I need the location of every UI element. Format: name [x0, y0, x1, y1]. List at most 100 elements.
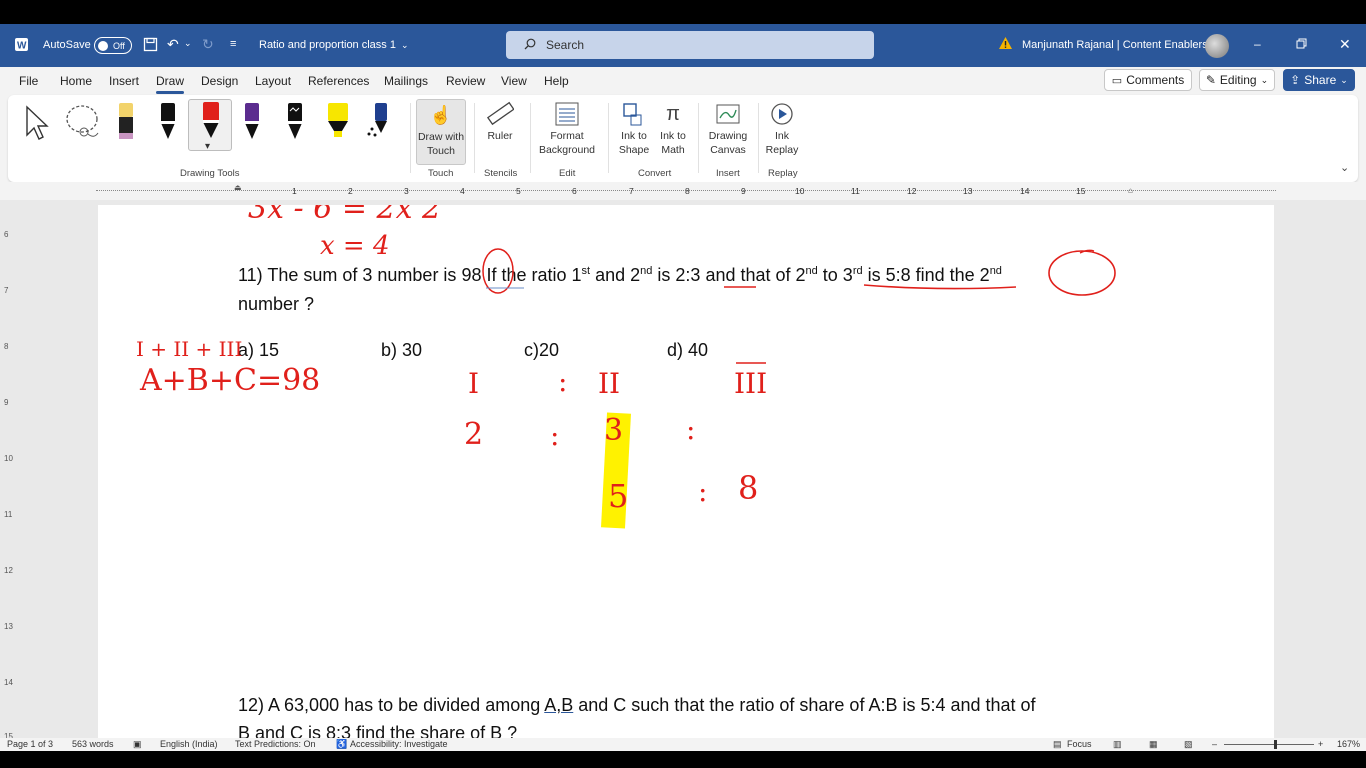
group-drawing-tools: Drawing Tools	[180, 168, 240, 179]
word-count[interactable]: 563 words	[72, 739, 114, 749]
pencil-tool-icon[interactable]	[112, 101, 140, 147]
lasso-select-icon[interactable]	[64, 103, 102, 146]
ink-roman-sum: I + II + III	[136, 337, 243, 361]
highlighter-icon[interactable]	[324, 101, 352, 147]
group-stencils: Stencils	[484, 168, 518, 179]
option-b: b) 30	[381, 340, 423, 360]
ink-to-math-icon: π	[666, 103, 680, 125]
share-button[interactable]: ⇪ Share ⌄	[1283, 69, 1355, 91]
collapse-ribbon-icon[interactable]: ⌄	[1340, 161, 1349, 174]
menu-bar: File Home Insert Draw Design Layout Refe…	[0, 67, 1366, 95]
warning-icon[interactable]	[998, 36, 1013, 50]
accessibility-icon: ♿	[336, 739, 348, 749]
ink-col1-head: I	[468, 367, 480, 400]
accessibility-status[interactable]: Accessibility: Investigate	[350, 739, 448, 749]
share-chevron-icon: ⌄	[1340, 74, 1348, 85]
undo-dropdown-icon[interactable]: ⌄	[184, 38, 192, 49]
web-layout-icon[interactable]: ▧	[1184, 739, 1193, 750]
tab-design[interactable]: Design	[201, 74, 238, 88]
right-indent-marker-icon[interactable]: ⌂	[1128, 186, 1133, 195]
zoom-in-icon[interactable]: +	[1318, 739, 1323, 749]
ribbon-separator	[410, 103, 411, 173]
ink-colon-4: :	[698, 475, 708, 508]
ink-to-shape-button[interactable]: Ink to Shape	[614, 99, 654, 157]
option-a: a) 15	[238, 340, 280, 360]
restore-icon[interactable]	[1296, 38, 1307, 49]
customize-toolbar-icon[interactable]: ≡	[230, 38, 236, 50]
ink-colon-1: :	[558, 365, 568, 398]
autosave-toggle[interactable]: Off	[94, 37, 132, 54]
draw-with-touch-button[interactable]: ☝ Draw with Touch	[416, 99, 466, 165]
ribbon-separator	[758, 103, 759, 173]
search-icon	[524, 38, 536, 53]
search-input[interactable]: Search	[506, 31, 874, 59]
tab-insert[interactable]: Insert	[109, 74, 139, 88]
avatar[interactable]	[1205, 34, 1229, 58]
minimize-icon[interactable]: –	[1254, 37, 1261, 51]
tab-layout[interactable]: Layout	[255, 74, 291, 88]
share-icon: ⇪	[1290, 73, 1301, 87]
zoom-level[interactable]: 167%	[1337, 739, 1360, 749]
ruler-button[interactable]: Ruler	[480, 99, 520, 143]
title-bar: W AutoSave Off ↶ ⌄ ↻ ≡ Ratio and proport…	[0, 24, 1366, 67]
editing-mode-button[interactable]: ✎ Editing ⌄	[1199, 69, 1275, 91]
chevron-down-icon: ⌄	[1260, 74, 1269, 85]
ink-annotations	[482, 248, 1116, 364]
tab-draw[interactable]: Draw	[156, 74, 185, 94]
document-title[interactable]: Ratio and proportion class 1 ⌄	[259, 39, 409, 51]
redo-icon[interactable]: ↻	[202, 36, 214, 53]
language[interactable]: English (India)	[160, 739, 218, 749]
ribbon-separator	[698, 103, 699, 173]
autosave-label: AutoSave	[43, 39, 91, 51]
close-icon[interactable]: ✕	[1339, 36, 1351, 53]
tab-view[interactable]: View	[501, 74, 527, 88]
tab-help[interactable]: Help	[544, 74, 569, 88]
select-tool-icon[interactable]	[24, 105, 50, 146]
zoom-out-icon[interactable]: –	[1212, 739, 1217, 749]
word-window: W AutoSave Off ↶ ⌄ ↻ ≡ Ratio and proport…	[0, 24, 1366, 751]
black-pen-icon[interactable]	[154, 101, 182, 147]
drawing-canvas-button[interactable]: Drawing Canvas	[702, 99, 754, 157]
tab-home[interactable]: Home	[60, 74, 92, 88]
word-logo-icon: W	[14, 37, 29, 52]
format-background-button[interactable]: Format Background	[532, 99, 602, 157]
ink-row2-b: 5	[608, 477, 629, 515]
tab-references[interactable]: References	[308, 74, 369, 88]
galaxy-pen-icon[interactable]	[281, 101, 309, 147]
focus-button[interactable]: Focus	[1067, 739, 1092, 749]
title-chevron-icon: ⌄	[400, 39, 409, 50]
purple-pen-icon[interactable]	[238, 101, 266, 147]
print-layout-icon[interactable]: ▦	[1149, 739, 1158, 750]
proofing-icon[interactable]: ▣	[133, 739, 142, 750]
vertical-ruler: 6 7 8 9 10 11 12 13 14 15	[4, 230, 13, 741]
indent-marker-icon[interactable]: ⏏	[234, 183, 242, 192]
red-pen-selected[interactable]: ▾	[188, 99, 232, 152]
page-count[interactable]: Page 1 of 3	[7, 739, 53, 749]
tab-file[interactable]: File	[19, 74, 38, 88]
ink-row1-b: 3	[604, 413, 624, 448]
read-mode-icon[interactable]: ▥	[1113, 739, 1122, 750]
zoom-slider-thumb[interactable]	[1274, 740, 1277, 749]
tab-mailings[interactable]: Mailings	[384, 74, 428, 88]
ink-replay-button[interactable]: Ink Replay	[764, 99, 800, 157]
zoom-slider[interactable]	[1224, 744, 1314, 745]
autosave-state: Off	[113, 40, 125, 51]
pencil-icon: ✎	[1205, 73, 1216, 87]
group-touch: Touch	[428, 168, 454, 179]
format-background-icon	[532, 99, 602, 129]
ink-colon-2: :	[550, 419, 560, 452]
document-page[interactable]: 3x - 6 = 2x 2 x = 4 11) The sum of 3 num…	[98, 205, 1274, 738]
user-name[interactable]: Manjunath Rajanal | Content Enablers	[1022, 39, 1208, 51]
save-icon[interactable]	[143, 37, 158, 52]
text-predictions[interactable]: Text Predictions: On	[235, 739, 316, 749]
group-replay: Replay	[768, 168, 798, 179]
undo-icon[interactable]: ↶	[167, 36, 179, 53]
action-pen-icon[interactable]	[366, 101, 394, 147]
ribbon-separator	[530, 103, 531, 173]
ink-abc-sum: A+B+C=98	[140, 363, 321, 398]
tab-review[interactable]: Review	[446, 74, 485, 88]
comments-button[interactable]: ▭ Comments	[1104, 69, 1192, 91]
question-12-line2: B and C is 8:3 find the share of B ?	[238, 723, 518, 738]
horizontal-ruler: 1 2 3 4 5 6 7 8 9 10 11 12 13 14 15 ⏏ ⌂	[0, 182, 1366, 200]
ink-to-math-button[interactable]: π Ink to Math	[655, 99, 691, 157]
